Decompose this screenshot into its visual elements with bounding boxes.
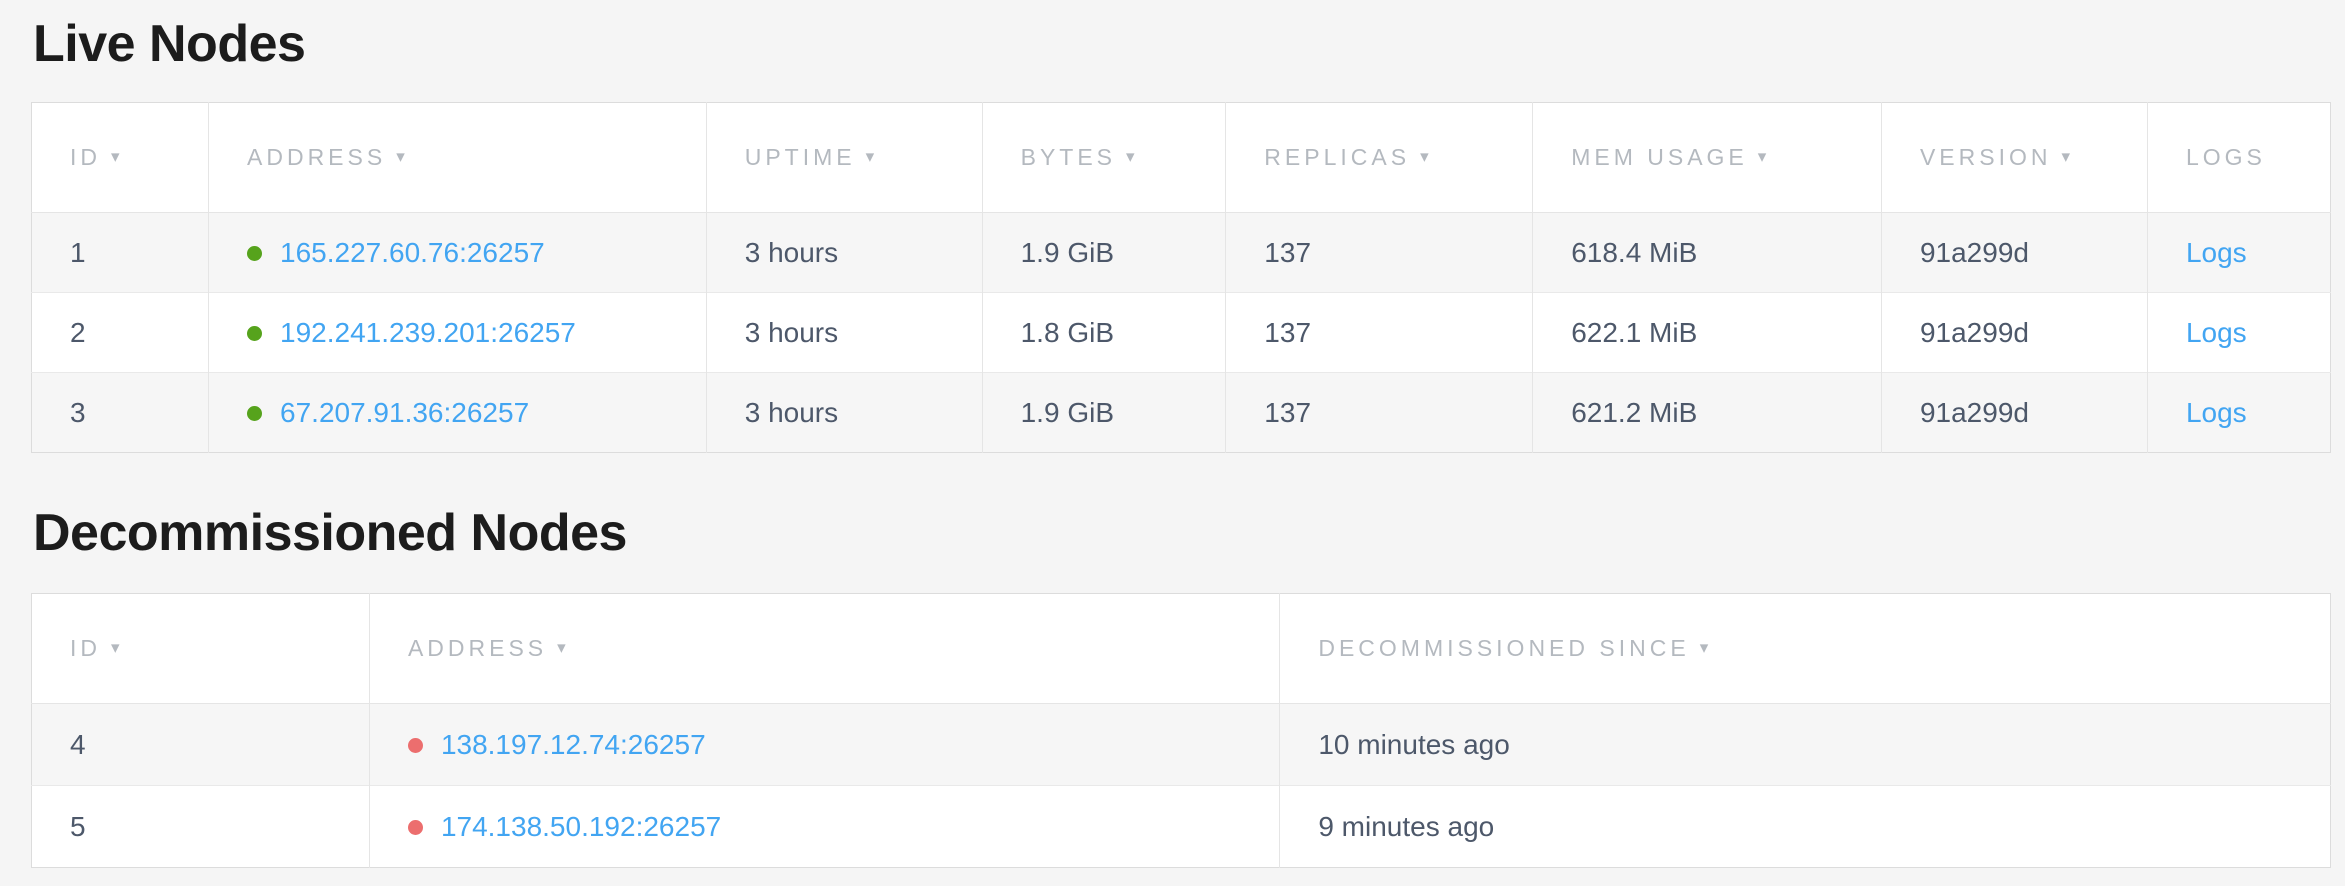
cell-version: 91a299d xyxy=(1881,213,2147,293)
cell-mem-usage: 621.2 MiB xyxy=(1533,373,1882,453)
decommissioned-header-row: ID ▾ ADDRESS ▾ DECOMMISSIONED SINCE ▾ xyxy=(32,594,2331,704)
column-header-replicas[interactable]: REPLICAS ▾ xyxy=(1226,103,1533,213)
cell-version: 91a299d xyxy=(1881,293,2147,373)
cell-address: 138.197.12.74:26257 xyxy=(369,704,1279,786)
address-link[interactable]: 174.138.50.192:26257 xyxy=(441,811,721,842)
cell-uptime: 3 hours xyxy=(706,293,982,373)
address-link[interactable]: 67.207.91.36:26257 xyxy=(280,397,529,428)
sort-arrow-icon: ▾ xyxy=(1758,147,1767,166)
cell-logs: Logs xyxy=(2147,213,2330,293)
column-header-address[interactable]: ADDRESS ▾ xyxy=(369,594,1279,704)
decommissioned-nodes-title: Decommissioned Nodes xyxy=(33,503,2331,563)
table-row: 1 165.227.60.76:26257 3 hours 1.9 GiB 13… xyxy=(32,213,2331,293)
cell-node-id: 3 xyxy=(32,373,209,453)
column-header-label: ID xyxy=(70,635,101,661)
column-header-label: ADDRESS xyxy=(247,144,386,170)
cell-replicas: 137 xyxy=(1226,293,1533,373)
address-link[interactable]: 192.241.239.201:26257 xyxy=(280,317,576,348)
live-status-icon xyxy=(247,326,262,341)
logs-link[interactable]: Logs xyxy=(2186,397,2247,428)
sort-arrow-icon: ▾ xyxy=(396,147,405,166)
cell-replicas: 137 xyxy=(1226,213,1533,293)
table-row: 3 67.207.91.36:26257 3 hours 1.9 GiB 137… xyxy=(32,373,2331,453)
cell-node-id: 1 xyxy=(32,213,209,293)
column-header-id[interactable]: ID ▾ xyxy=(32,103,209,213)
cell-address: 165.227.60.76:26257 xyxy=(209,213,707,293)
cell-node-id: 2 xyxy=(32,293,209,373)
column-header-uptime[interactable]: UPTIME ▾ xyxy=(706,103,982,213)
address-link[interactable]: 138.197.12.74:26257 xyxy=(441,729,706,760)
sort-arrow-icon: ▾ xyxy=(111,147,120,166)
sort-arrow-icon: ▾ xyxy=(1700,638,1709,657)
cell-replicas: 137 xyxy=(1226,373,1533,453)
live-status-icon xyxy=(247,406,262,421)
sort-arrow-icon: ▾ xyxy=(1126,147,1135,166)
main-content: Live Nodes ID ▾ ADDRESS ▾ xyxy=(0,0,2345,868)
cell-decommissioned-since: 10 minutes ago xyxy=(1280,704,2331,786)
decommissioned-nodes-table: ID ▾ ADDRESS ▾ DECOMMISSIONED SINCE ▾ 4 138… xyxy=(31,593,2331,868)
sort-arrow-icon: ▾ xyxy=(1420,147,1429,166)
column-header-label: ADDRESS xyxy=(408,635,547,661)
sort-arrow-icon: ▾ xyxy=(557,638,566,657)
cell-address: 192.241.239.201:26257 xyxy=(209,293,707,373)
table-row: 2 192.241.239.201:26257 3 hours 1.8 GiB … xyxy=(32,293,2331,373)
column-header-address[interactable]: ADDRESS ▾ xyxy=(209,103,707,213)
column-header-mem-usage[interactable]: MEM USAGE ▾ xyxy=(1533,103,1882,213)
column-header-label: UPTIME xyxy=(745,144,856,170)
sort-arrow-icon: ▾ xyxy=(866,147,875,166)
column-header-label: ID xyxy=(70,144,101,170)
table-row: 4 138.197.12.74:26257 10 minutes ago xyxy=(32,704,2331,786)
sort-arrow-icon: ▾ xyxy=(111,638,120,657)
column-header-logs: LOGS xyxy=(2147,103,2330,213)
cell-bytes: 1.9 GiB xyxy=(982,373,1226,453)
table-row: 5 174.138.50.192:26257 9 minutes ago xyxy=(32,786,2331,868)
live-nodes-section: Live Nodes ID ▾ ADDRESS ▾ xyxy=(31,14,2331,453)
cell-mem-usage: 618.4 MiB xyxy=(1533,213,1882,293)
cell-logs: Logs xyxy=(2147,373,2330,453)
decommissioned-status-icon xyxy=(408,738,423,753)
column-header-id[interactable]: ID ▾ xyxy=(32,594,370,704)
cell-address: 67.207.91.36:26257 xyxy=(209,373,707,453)
logs-link[interactable]: Logs xyxy=(2186,237,2247,268)
logs-link[interactable]: Logs xyxy=(2186,317,2247,348)
decommissioned-nodes-section: Decommissioned Nodes ID ▾ ADDRESS ▾ DECOMM… xyxy=(31,503,2331,868)
cell-uptime: 3 hours xyxy=(706,213,982,293)
cell-node-id: 4 xyxy=(32,704,370,786)
column-header-label: REPLICAS xyxy=(1264,144,1410,170)
column-header-version[interactable]: VERSION ▾ xyxy=(1881,103,2147,213)
cell-mem-usage: 622.1 MiB xyxy=(1533,293,1882,373)
cell-bytes: 1.9 GiB xyxy=(982,213,1226,293)
live-nodes-title: Live Nodes xyxy=(33,14,2331,74)
address-link[interactable]: 165.227.60.76:26257 xyxy=(280,237,545,268)
cell-logs: Logs xyxy=(2147,293,2330,373)
column-header-label: LOGS xyxy=(2186,144,2266,170)
live-nodes-table: ID ▾ ADDRESS ▾ UPTIME ▾ BYTES ▾ REPLICAS ▾ xyxy=(31,102,2331,453)
column-header-bytes[interactable]: BYTES ▾ xyxy=(982,103,1226,213)
live-status-icon xyxy=(247,246,262,261)
column-header-decommissioned-since[interactable]: DECOMMISSIONED SINCE ▾ xyxy=(1280,594,2331,704)
decommissioned-status-icon xyxy=(408,820,423,835)
cell-address: 174.138.50.192:26257 xyxy=(369,786,1279,868)
cell-uptime: 3 hours xyxy=(706,373,982,453)
column-header-label: VERSION xyxy=(1920,144,2052,170)
cell-node-id: 5 xyxy=(32,786,370,868)
column-header-label: BYTES xyxy=(1021,144,1116,170)
live-header-row: ID ▾ ADDRESS ▾ UPTIME ▾ BYTES ▾ REPLICAS ▾ xyxy=(32,103,2331,213)
column-header-label: MEM USAGE xyxy=(1571,144,1748,170)
sort-arrow-icon: ▾ xyxy=(2061,147,2070,166)
cell-version: 91a299d xyxy=(1881,373,2147,453)
cell-decommissioned-since: 9 minutes ago xyxy=(1280,786,2331,868)
column-header-label: DECOMMISSIONED SINCE xyxy=(1318,635,1689,661)
cell-bytes: 1.8 GiB xyxy=(982,293,1226,373)
nodes-page: { "colors": { "page_background": "#f5f5f… xyxy=(0,0,2345,886)
